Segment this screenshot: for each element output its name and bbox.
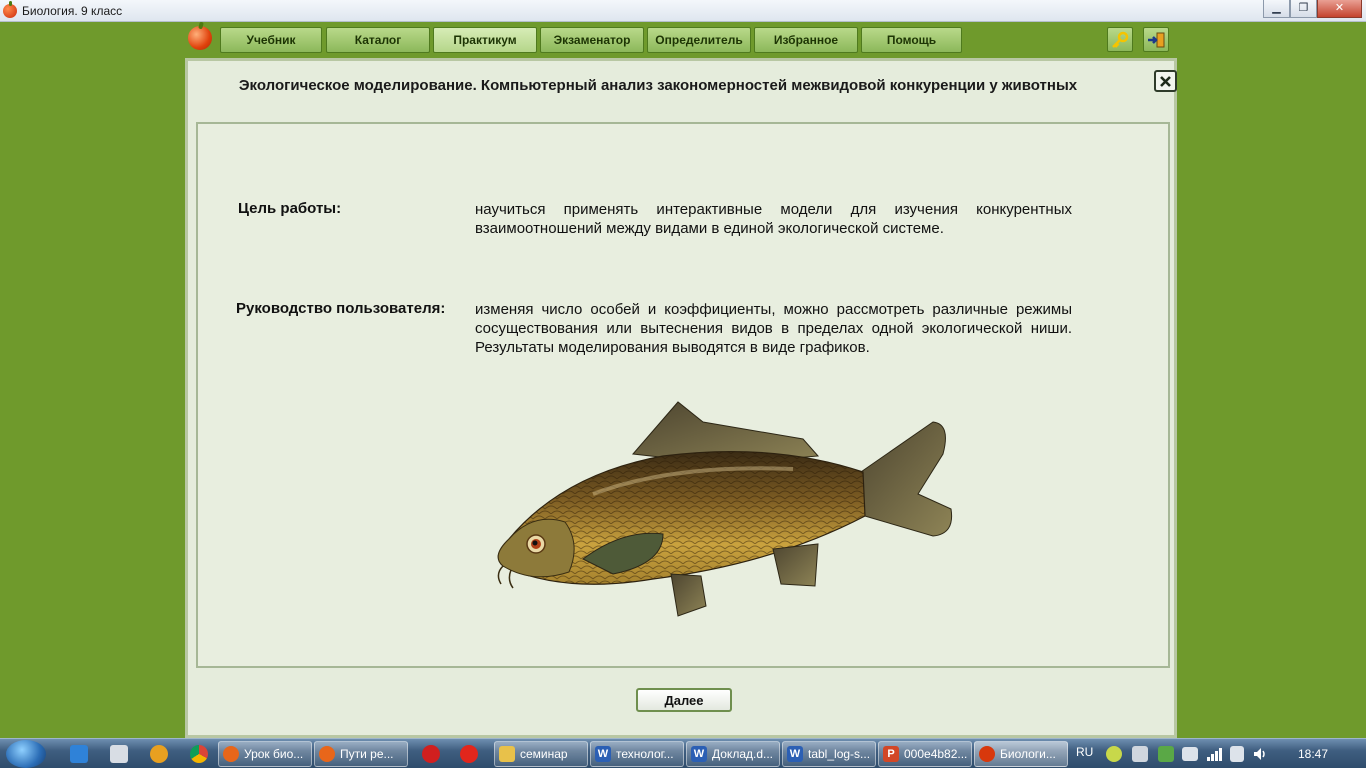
- tray-action-center-icon[interactable]: [1158, 746, 1174, 762]
- taskbar-item-label: семинар: [520, 747, 568, 761]
- exit-icon: [1148, 32, 1165, 47]
- tab-examiner[interactable]: Экзаменатор: [540, 27, 644, 53]
- opera-icon[interactable]: [422, 745, 440, 763]
- carp-fish-image: [473, 394, 963, 624]
- goal-text: научиться применять интерактивные модели…: [475, 201, 1072, 237]
- close-icon: [1160, 75, 1171, 87]
- yandex-icon[interactable]: [460, 745, 478, 763]
- tab-favorites[interactable]: Избранное: [754, 27, 858, 53]
- tray-lock-icon[interactable]: [1132, 746, 1148, 762]
- guide-text: изменяя число особей и коэффициенты, мож…: [475, 301, 1072, 356]
- taskbar-item-label: Биологи...: [1000, 747, 1056, 761]
- taskbar-item-label: 000e4b82...: [904, 747, 968, 761]
- taskbar-item-label: технолог...: [616, 747, 674, 761]
- taskbar-item-puti[interactable]: Пути ре...: [314, 741, 408, 767]
- clock[interactable]: 18:47: [1298, 747, 1328, 761]
- signal-icon[interactable]: [1206, 747, 1224, 761]
- tab-identifier[interactable]: Определитель: [647, 27, 751, 53]
- taskbar-item-doklad[interactable]: W Доклад.d...: [686, 741, 780, 767]
- powerpoint-icon: P: [883, 746, 899, 762]
- taskbar-item-label: tabl_log-s...: [808, 747, 871, 761]
- goal-label: Цель работы:: [238, 200, 342, 217]
- chrome-icon[interactable]: [190, 745, 208, 763]
- word-icon: W: [787, 746, 803, 762]
- battery-icon[interactable]: [1230, 746, 1244, 762]
- window-controls: ▁ ❐ ✕: [1263, 0, 1362, 18]
- minimize-button[interactable]: ▁: [1263, 0, 1290, 18]
- tray-display-icon[interactable]: [1182, 747, 1198, 761]
- key-button[interactable]: [1107, 27, 1133, 52]
- tab-textbook[interactable]: Учебник: [220, 27, 322, 53]
- taskbar-item-tekhnolog[interactable]: W технолог...: [590, 741, 684, 767]
- page-title: Экологическое моделирование. Компьютерны…: [238, 77, 1078, 94]
- close-panel-button[interactable]: [1154, 70, 1177, 92]
- taskbar-item-tabl[interactable]: W tabl_log-s...: [782, 741, 876, 767]
- taskbar-item-label: Доклад.d...: [712, 747, 774, 761]
- apple-icon: [979, 746, 995, 762]
- exit-button[interactable]: [1143, 27, 1169, 52]
- apple-icon: [3, 1, 17, 18]
- next-button[interactable]: Далее: [636, 688, 732, 712]
- maximize-button[interactable]: ❐: [1290, 0, 1317, 18]
- explorer-icon[interactable]: [110, 745, 128, 763]
- key-icon: [1112, 31, 1129, 48]
- taskbar: Урок био... Пути ре... семинар W техноло…: [0, 738, 1366, 768]
- menu-bar: Учебник Каталог Практикум Экзаменатор Оп…: [185, 25, 1177, 57]
- media-player-icon[interactable]: [70, 745, 88, 763]
- guide-label: Руководство пользователя:: [236, 300, 446, 317]
- tab-practicum[interactable]: Практикум: [433, 27, 537, 53]
- start-button[interactable]: [6, 740, 46, 768]
- firefox-icon: [223, 746, 239, 762]
- window-title: Биология. 9 класс: [22, 4, 123, 18]
- word-icon: W: [691, 746, 707, 762]
- content-area: Цель работы: научиться применять интерак…: [196, 122, 1170, 668]
- taskbar-item-label: Пути ре...: [340, 747, 394, 761]
- tab-catalog[interactable]: Каталог: [326, 27, 430, 53]
- apple-logo-icon: [188, 26, 212, 50]
- window-titlebar: Биология. 9 класс ▁ ❐ ✕: [0, 0, 1366, 22]
- tray-app-icon[interactable]: [1106, 746, 1122, 762]
- folder-icon: [499, 746, 515, 762]
- app-icon[interactable]: [150, 745, 168, 763]
- taskbar-item-seminar[interactable]: семинар: [494, 741, 588, 767]
- volume-icon[interactable]: [1252, 746, 1268, 762]
- taskbar-item-biologia[interactable]: Биологи...: [974, 741, 1068, 767]
- close-window-button[interactable]: ✕: [1317, 0, 1362, 18]
- taskbar-item-ppt[interactable]: P 000e4b82...: [878, 741, 972, 767]
- tab-help[interactable]: Помощь: [861, 27, 962, 53]
- taskbar-item-urok[interactable]: Урок био...: [218, 741, 312, 767]
- firefox-icon: [319, 746, 335, 762]
- word-icon: W: [595, 746, 611, 762]
- lesson-panel: Экологическое моделирование. Компьютерны…: [185, 58, 1177, 738]
- taskbar-item-label: Урок био...: [244, 747, 304, 761]
- language-indicator[interactable]: RU: [1076, 745, 1093, 759]
